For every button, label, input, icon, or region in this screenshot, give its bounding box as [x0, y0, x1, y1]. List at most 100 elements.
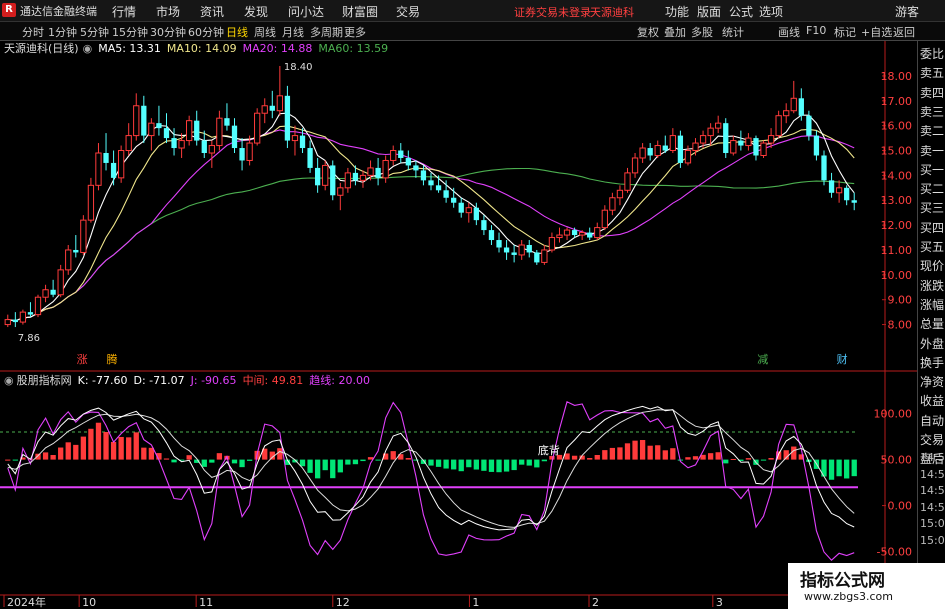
indicator-histogram-bar [519, 459, 525, 465]
candle-body [745, 137, 752, 147]
menu-formula[interactable]: 公式 [729, 3, 753, 20]
candle-body [738, 140, 744, 146]
indicator-histogram-bar [337, 459, 343, 473]
indicator-histogram-bar [50, 455, 56, 460]
period-tab[interactable]: 1分钟 [48, 24, 77, 40]
indicator-histogram-bar [730, 458, 736, 460]
period-tab[interactable]: 5分钟 [80, 24, 109, 40]
period-tab[interactable]: 60分钟 [188, 24, 224, 40]
candle-body [57, 269, 64, 296]
candle-body [27, 312, 34, 315]
menu-discover[interactable]: 发现 [244, 3, 268, 20]
candle-body [261, 105, 268, 114]
candle-body [110, 162, 117, 178]
indicator-histogram-bar [503, 459, 510, 472]
toolbar-button[interactable]: 统计 [722, 24, 744, 40]
indicator-histogram-bar [141, 447, 147, 460]
menu-market[interactable]: 市场 [156, 3, 180, 20]
indicator-histogram-bar [375, 459, 381, 461]
period-tab[interactable]: 15分钟 [112, 24, 148, 40]
candle-body [798, 98, 804, 116]
xaxis-label: 1 [472, 596, 479, 609]
indicator-histogram-bar [639, 440, 646, 460]
sidebar-time: 14:56 [920, 451, 945, 464]
indicator-histogram-bar [534, 459, 540, 468]
toolbar-button[interactable]: 叠加 [664, 24, 686, 40]
quote-sidebar: 委比 卖五 卖四 卖三 卖二 卖一 买一 买二 买三 买四 买五 现价 涨跌 涨幅 总量 外盘 换手 净资 收益 自动… [917, 41, 945, 609]
candle-body [534, 252, 540, 263]
kline-chart[interactable]: 100.0050.000.00-50.00底背◉ 股朋指标网 K: -77.60 D:… [0, 41, 917, 609]
candle-body [19, 311, 27, 323]
stock-title: 天源迪科(日线) [4, 41, 79, 55]
candle-body [231, 125, 238, 149]
sidebar-item: 现价 [920, 259, 945, 274]
login-warning[interactable]: 证券交易未登录 [514, 4, 591, 20]
candle-body [594, 227, 601, 239]
menu-trade[interactable]: 交易 [396, 3, 420, 20]
toolbar-button[interactable]: +自选 [861, 24, 892, 40]
indicator-histogram-bar [451, 459, 457, 470]
candle-body [828, 180, 835, 193]
indicator-histogram-bar [390, 451, 396, 460]
period-tab[interactable]: 分时 [22, 24, 44, 40]
xaxis-label: 12 [336, 596, 350, 609]
period-tab-more[interactable]: 更多 [344, 24, 366, 40]
menu-wealth[interactable]: 财富圈 [342, 3, 378, 20]
indicator-histogram-bar [110, 441, 117, 460]
candle-body [239, 148, 245, 161]
indicator-histogram-bar [58, 447, 64, 460]
price-tick-label: 18.00 [881, 70, 913, 83]
sidebar-item: 外盘 [920, 336, 945, 351]
menu-quotes[interactable]: 行情 [112, 3, 136, 20]
ma60-line [7, 167, 855, 322]
candle-body [813, 135, 820, 156]
period-tab[interactable]: 30分钟 [150, 24, 186, 40]
indicator-histogram-bar [647, 445, 653, 460]
site-watermark: 指标公式网 www.zbgs3.com [788, 563, 945, 609]
indicator-histogram-bar [655, 445, 661, 460]
indicator-histogram-bar [405, 458, 411, 460]
period-tab[interactable]: 周线 [254, 24, 276, 40]
d-line [7, 409, 855, 528]
candle-body [723, 123, 729, 153]
candle-body [208, 145, 215, 154]
indicator-histogram-bar [723, 459, 729, 464]
stock-link[interactable]: 天源迪科 [590, 4, 634, 20]
menu-ask[interactable]: 问小达 [288, 3, 324, 20]
candle-body [103, 153, 109, 163]
indicator-histogram-bar [488, 459, 495, 472]
menu-news[interactable]: 资讯 [200, 3, 224, 20]
menu-options[interactable]: 选项 [759, 3, 783, 20]
watermark-title: 指标公式网 [800, 571, 885, 591]
sidebar-time: 15:00 [920, 517, 945, 530]
candle-body [330, 165, 336, 196]
toolbar-button[interactable]: 返回 [893, 24, 915, 40]
toolbar-button[interactable]: 复权 [637, 24, 659, 40]
sidebar-item: 卖五 [920, 66, 945, 81]
indicator-histogram-bar [632, 440, 638, 460]
candle-body [821, 155, 827, 181]
indicator-histogram-bar [42, 452, 49, 460]
candle-body [654, 145, 661, 156]
indicator-histogram-bar [745, 458, 752, 460]
event-marker: 财 [837, 352, 848, 366]
toolbar-button[interactable]: 画线 [778, 24, 800, 40]
guest-label[interactable]: 游客 [895, 3, 919, 20]
sidebar-time: 15:09 [920, 533, 945, 547]
candle-body [677, 135, 684, 163]
indicator-tick-label: 0.00 [888, 500, 913, 513]
main-pane-header: 天源迪科(日线) ◉ MA5: 13.31 MA10: 14.09 MA20: 14.8… [4, 41, 388, 55]
toolbar-button[interactable]: 标记 [834, 24, 856, 40]
candle-body [352, 172, 359, 181]
candle-body [715, 122, 722, 129]
candle-body [398, 150, 404, 158]
period-tab[interactable]: 月线 [282, 24, 304, 40]
toolbar-button[interactable]: 多股 [691, 24, 713, 40]
candle-body [178, 140, 185, 149]
period-tab[interactable]: 多周期 [310, 24, 343, 40]
menu-function[interactable]: 功能 [665, 3, 689, 20]
toolbar-button[interactable]: F10 [806, 24, 826, 37]
sidebar-item: 买一 [920, 162, 945, 177]
menu-layout[interactable]: 版面 [697, 3, 721, 20]
period-tab-active[interactable]: 日线 [226, 24, 248, 40]
